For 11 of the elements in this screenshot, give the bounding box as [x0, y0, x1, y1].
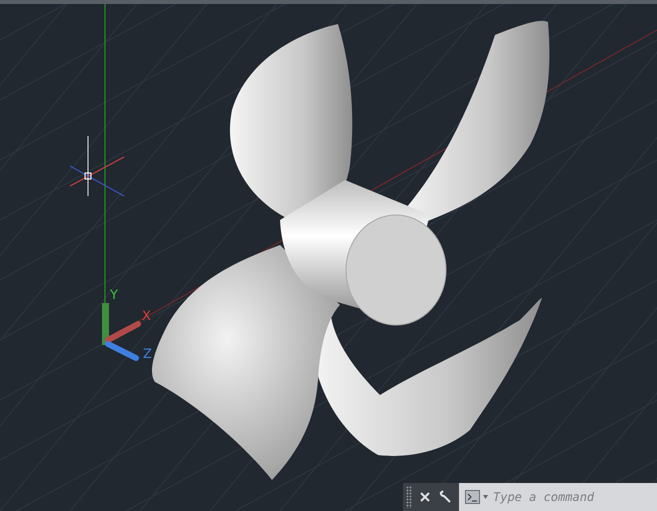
wrench-icon — [438, 490, 452, 504]
command-line-field[interactable]: Type a command — [459, 483, 657, 511]
axis-label: Z — [143, 347, 152, 362]
ucs-axes-icon — [102, 303, 141, 361]
crosshair-cursor-icon — [70, 136, 124, 196]
command-prompt-icon[interactable] — [465, 490, 489, 504]
close-icon — [420, 492, 430, 502]
axis-label: X — [142, 309, 151, 324]
grip-handle[interactable] — [406, 486, 412, 508]
axis-label: Y — [110, 288, 118, 303]
command-input-field[interactable]: Type a command — [491, 490, 657, 504]
